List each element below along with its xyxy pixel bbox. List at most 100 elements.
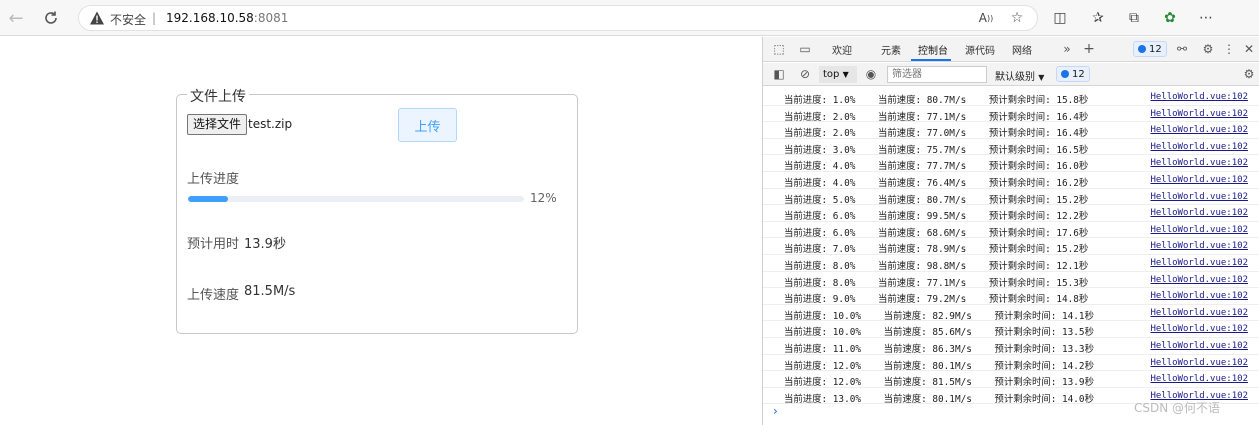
console-log-message: 当前进度: 3.0% 当前速度: 75.7M/s 预计剩余时间: 16.5秒: [784, 144, 1089, 156]
console-log-source-link[interactable]: HelloWorld.vue:102: [1150, 241, 1248, 251]
watermark: CSDN @何不语: [1134, 401, 1221, 415]
console-toolbar: ◧ ⊘ top ▼ ◉ 默认级别 ▼ 12 ⚙: [763, 63, 1259, 86]
console-log-source-link[interactable]: HelloWorld.vue:102: [1150, 175, 1248, 185]
console-log-row: 当前进度: 9.0% 当前速度: 79.2M/s 预计剩余时间: 14.8秒 He…: [763, 288, 1259, 305]
console-filter-input[interactable]: [887, 66, 987, 83]
console-log-message: 当前进度: 5.0% 当前速度: 80.7M/s 预计剩余时间: 15.2秒: [784, 194, 1089, 206]
upload-fieldset: 文件上传 选择文件 test.zip 上传 上传进度 12% 预计用时 13.9…: [176, 86, 578, 334]
message-count-badge[interactable]: 12: [1133, 41, 1167, 57]
console-log-source-link[interactable]: HelloWorld.vue:102: [1150, 142, 1248, 152]
message-icon: [1061, 70, 1069, 78]
console-log-source-link[interactable]: HelloWorld.vue:102: [1150, 308, 1248, 318]
console-log-row: 当前进度: 5.0% 当前速度: 80.7M/s 预计剩余时间: 15.2秒 He…: [763, 189, 1259, 206]
favorite-star-icon[interactable]: ☆: [1007, 8, 1027, 28]
console-log-source-link[interactable]: HelloWorld.vue:102: [1150, 324, 1248, 334]
console-log-message: 当前进度: 12.0% 当前速度: 80.1M/s 预计剩余时间: 14.2秒: [784, 360, 1094, 372]
console-log-source-link[interactable]: HelloWorld.vue:102: [1150, 125, 1248, 135]
insecure-label: 不安全: [110, 13, 147, 27]
console-log-source-link[interactable]: HelloWorld.vue:102: [1150, 291, 1248, 301]
favorites-icon[interactable]: ✰: [1088, 8, 1108, 28]
add-tab-icon[interactable]: +: [1081, 41, 1097, 57]
tab-console[interactable]: 控制台: [918, 42, 948, 57]
console-log-source-link[interactable]: HelloWorld.vue:102: [1150, 109, 1248, 119]
inspect-element-icon[interactable]: ⬚: [771, 41, 787, 57]
console-log-source-link[interactable]: HelloWorld.vue:102: [1150, 158, 1248, 168]
collections-icon[interactable]: ⧉: [1124, 8, 1144, 28]
more-tabs-icon[interactable]: »: [1059, 41, 1075, 57]
console-log-row: 当前进度: 10.0% 当前速度: 82.9M/s 预计剩余时间: 14.1秒 H…: [763, 305, 1259, 322]
console-log-row: 当前进度: 12.0% 当前速度: 80.1M/s 预计剩余时间: 14.2秒 H…: [763, 355, 1259, 372]
console-log-row: 当前进度: 2.0% 当前速度: 77.0M/s 预计剩余时间: 16.4秒 He…: [763, 122, 1259, 139]
console-log-source-link[interactable]: HelloWorld.vue:102: [1150, 275, 1248, 285]
tab-elements[interactable]: 元素: [881, 42, 901, 57]
console-log-row: 当前进度: 3.0% 当前速度: 75.7M/s 预计剩余时间: 16.5秒 He…: [763, 139, 1259, 156]
console-message-count: 12: [1072, 68, 1085, 80]
console-log-row: 当前进度: 7.0% 当前速度: 78.9M/s 预计剩余时间: 15.2秒 He…: [763, 238, 1259, 255]
eta-label: 预计用时: [187, 237, 240, 252]
log-level-selector[interactable]: 默认级别 ▼: [995, 68, 1044, 83]
console-log-source-link[interactable]: HelloWorld.vue:102: [1150, 341, 1248, 351]
console-log-source-link[interactable]: HelloWorld.vue:102: [1150, 374, 1248, 384]
devtools-tab-bar: ⬚ ▭ 欢迎 元素 控制台 源代码 网络 » + 12 ⚯ ⚙ ⋮ ✕: [763, 37, 1259, 62]
console-log-row: 当前进度: 6.0% 当前速度: 68.6M/s 预计剩余时间: 17.6秒 He…: [763, 222, 1259, 239]
chevron-down-icon: ▼: [1038, 73, 1045, 82]
console-log-message: 当前进度: 12.0% 当前速度: 81.5M/s 预计剩余时间: 13.9秒: [784, 377, 1094, 389]
console-log-message: 当前进度: 11.0% 当前速度: 86.3M/s 预计剩余时间: 13.3秒: [784, 343, 1094, 355]
clear-console-icon[interactable]: ⊘: [797, 66, 813, 82]
settings-gear-icon[interactable]: ⚙: [1200, 41, 1216, 57]
progress-bar: [188, 196, 524, 202]
log-level-value: 默认级别: [995, 72, 1035, 83]
split-screen-icon[interactable]: ◫: [1050, 8, 1070, 28]
device-emulation-icon[interactable]: ▭: [797, 41, 813, 57]
url-port: :8081: [253, 11, 289, 25]
console-log-message: 当前进度: 6.0% 当前速度: 68.6M/s 预计剩余时间: 17.6秒: [784, 227, 1089, 239]
console-log-row: 当前进度: 8.0% 当前速度: 77.1M/s 预计剩余时间: 15.3秒 He…: [763, 272, 1259, 289]
active-tab-indicator: [911, 59, 951, 61]
console-log-message: 当前进度: 9.0% 当前速度: 79.2M/s 预计剩余时间: 14.8秒: [784, 294, 1089, 306]
chevron-down-icon: ▼: [842, 70, 849, 79]
more-menu-icon[interactable]: ⋯: [1196, 8, 1216, 28]
extension-icon[interactable]: ✿: [1160, 8, 1180, 28]
console-log-source-link[interactable]: HelloWorld.vue:102: [1150, 208, 1248, 218]
selected-file-name: test.zip: [248, 117, 293, 131]
console-log-source-link[interactable]: HelloWorld.vue:102: [1150, 192, 1248, 202]
choose-file-button[interactable]: 选择文件: [187, 114, 248, 135]
address-separator: |: [152, 11, 157, 25]
back-icon[interactable]: ←: [5, 7, 27, 29]
console-log-row: 当前进度: 1.0% 当前速度: 80.7M/s 预计剩余时间: 15.8秒 He…: [763, 89, 1259, 106]
refresh-icon[interactable]: [40, 7, 62, 29]
tab-sources[interactable]: 源代码: [965, 42, 995, 57]
console-log-row: 当前进度: 4.0% 当前速度: 76.4M/s 预计剩余时间: 16.2秒 He…: [763, 172, 1259, 189]
console-log-message: 当前进度: 13.0% 当前速度: 80.1M/s 预计剩余时间: 14.0秒: [784, 393, 1094, 405]
console-log-message: 当前进度: 10.0% 当前速度: 85.6M/s 预计剩余时间: 13.5秒: [784, 327, 1094, 339]
console-prompt-chevron-icon[interactable]: ›: [773, 404, 778, 418]
more-options-icon[interactable]: ⋮: [1221, 41, 1237, 57]
sidebar-toggle-icon[interactable]: ◧: [771, 66, 787, 82]
upload-button[interactable]: 上传: [398, 108, 457, 142]
console-log-source-link[interactable]: HelloWorld.vue:102: [1150, 225, 1248, 235]
console-message-badge[interactable]: 12: [1056, 66, 1090, 82]
console-settings-gear-icon[interactable]: ⚙: [1241, 66, 1257, 82]
read-aloud-icon[interactable]: A)): [976, 8, 996, 28]
console-log-row: 当前进度: 2.0% 当前速度: 77.1M/s 预计剩余时间: 16.4秒 He…: [763, 106, 1259, 123]
message-count: 12: [1149, 43, 1162, 55]
address-bar[interactable]: 不安全 | 192.168.10.58:8081 A)) ☆: [78, 5, 1038, 31]
close-devtools-icon[interactable]: ✕: [1241, 41, 1257, 57]
console-log-source-link[interactable]: HelloWorld.vue:102: [1150, 92, 1248, 102]
tab-network[interactable]: 网络: [1012, 42, 1032, 57]
console-log-row: 当前进度: 8.0% 当前速度: 98.8M/s 预计剩余时间: 12.1秒 He…: [763, 255, 1259, 272]
page-content: 文件上传 选择文件 test.zip 上传 上传进度 12% 预计用时 13.9…: [0, 37, 762, 425]
console-log-message: 当前进度: 2.0% 当前速度: 77.1M/s 预计剩余时间: 16.4秒: [784, 111, 1089, 123]
tab-welcome[interactable]: 欢迎: [832, 42, 852, 57]
upload-legend: 文件上传: [187, 86, 249, 106]
eta-value: 13.9秒: [244, 237, 286, 252]
live-expression-eye-icon[interactable]: ◉: [863, 66, 879, 82]
devtools-panel: ⬚ ▭ 欢迎 元素 控制台 源代码 网络 » + 12 ⚯ ⚙ ⋮ ✕ ◧ ⊘ …: [762, 37, 1259, 425]
context-selector[interactable]: top ▼: [819, 66, 857, 83]
speed-value: 81.5M/s: [244, 284, 296, 299]
console-log-source-link[interactable]: HelloWorld.vue:102: [1150, 258, 1248, 268]
console-log-source-link[interactable]: HelloWorld.vue:102: [1150, 358, 1248, 368]
connection-icon[interactable]: ⚯: [1174, 41, 1190, 57]
progress-bar-fill: [188, 196, 229, 202]
console-log-row: 当前进度: 6.0% 当前速度: 99.5M/s 预计剩余时间: 12.2秒 He…: [763, 205, 1259, 222]
